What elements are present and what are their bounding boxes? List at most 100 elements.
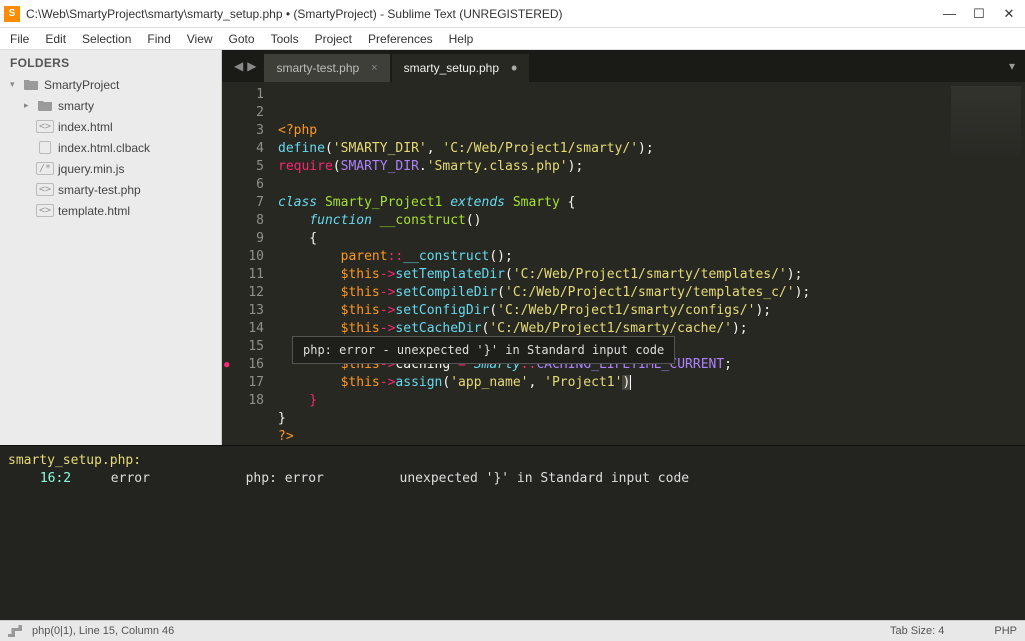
tree-file-icon: /* (36, 162, 54, 176)
minimize-button[interactable]: — (943, 6, 955, 22)
tree-item[interactable]: index.html.clback (4, 137, 217, 158)
line-number[interactable]: 16 (222, 356, 264, 374)
tree-item[interactable]: /* jquery.min.js (4, 158, 217, 179)
tree-file-icon: <> (36, 120, 54, 134)
tab-label: smarty_setup.php (404, 61, 499, 75)
tab-close-icon[interactable]: × (371, 62, 377, 74)
menu-preferences[interactable]: Preferences (360, 30, 441, 48)
line-number[interactable]: 11 (222, 266, 264, 284)
line-number[interactable]: 6 (222, 176, 264, 194)
window-title: C:\Web\SmartyProject\smarty\smarty_setup… (26, 7, 943, 21)
status-bar: php(0|1), Line 15, Column 46 Tab Size: 4… (0, 620, 1025, 641)
panel-switcher-icon[interactable] (8, 625, 22, 637)
menu-selection[interactable]: Selection (74, 30, 139, 48)
folder-tree: ▾SmartyProject ▸ smarty <> index.html index.… (0, 74, 221, 221)
menu-edit[interactable]: Edit (37, 30, 74, 48)
line-number[interactable]: 14 (222, 320, 264, 338)
code-line[interactable] (278, 176, 945, 194)
code-line[interactable]: require(SMARTY_DIR.'Smarty.class.php'); (278, 158, 945, 176)
line-number[interactable]: 8 (222, 212, 264, 230)
code-line[interactable]: function __construct() (278, 212, 945, 230)
minimap[interactable] (945, 82, 1025, 445)
app-icon: S (4, 6, 20, 22)
code-line[interactable]: $this->setConfigDir('C:/Web/Project1/sma… (278, 302, 945, 320)
code-line[interactable]: } (278, 410, 945, 428)
line-number[interactable]: 3 (222, 122, 264, 140)
line-number[interactable]: 4 (222, 140, 264, 158)
tree-label: index.html.clback (58, 141, 150, 155)
status-position[interactable]: php(0|1), Line 15, Column 46 (32, 625, 174, 637)
tree-folder-icon (22, 78, 40, 92)
tree-file-icon: <> (36, 183, 54, 197)
line-number[interactable]: 2 (222, 104, 264, 122)
menu-tools[interactable]: Tools (263, 30, 307, 48)
tree-item[interactable]: <> template.html (4, 200, 217, 221)
line-number[interactable]: 18 (222, 392, 264, 410)
sidebar-header: FOLDERS (0, 50, 221, 74)
editor-area: ◀ ▶ smarty-test.php×smarty_setup.php• ▾ … (222, 50, 1025, 445)
tab-label: smarty-test.php (276, 61, 359, 75)
code-line[interactable]: class Smarty_Project1 extends Smarty { (278, 194, 945, 212)
menu-goto[interactable]: Goto (221, 30, 263, 48)
tab-nav-arrows: ◀ ▶ (226, 59, 264, 73)
code-line[interactable]: define('SMARTY_DIR', 'C:/Web/Project1/sm… (278, 140, 945, 158)
tree-label: smarty (58, 99, 94, 113)
tree-item[interactable]: <> index.html (4, 116, 217, 137)
tab-history-back-icon[interactable]: ◀ (234, 59, 243, 73)
menu-view[interactable]: View (179, 30, 221, 48)
line-number[interactable]: 13 (222, 302, 264, 320)
code-line[interactable]: parent::__construct(); (278, 248, 945, 266)
menu-help[interactable]: Help (441, 30, 482, 48)
menu-find[interactable]: Find (139, 30, 178, 48)
tree-file-icon (36, 141, 54, 155)
tab-history-forward-icon[interactable]: ▶ (247, 59, 256, 73)
tab[interactable]: smarty-test.php × (264, 54, 389, 82)
tree-label: jquery.min.js (58, 162, 124, 176)
maximize-button[interactable]: ☐ (973, 6, 985, 22)
menu-file[interactable]: File (2, 30, 37, 48)
build-location: 16:2 (40, 471, 71, 486)
status-tabsize[interactable]: Tab Size: 4 (890, 625, 944, 637)
tree-label: template.html (58, 204, 130, 218)
line-number[interactable]: 1 (222, 86, 264, 104)
code-line[interactable]: $this->setCompileDir('C:/Web/Project1/sm… (278, 284, 945, 302)
tree-item[interactable]: ▸ smarty (4, 95, 217, 116)
close-button[interactable]: ✕ (1003, 6, 1015, 22)
code-line[interactable]: $this->assign('app_name', 'Project1') (278, 374, 945, 392)
line-number[interactable]: 9 (222, 230, 264, 248)
line-number[interactable]: 12 (222, 284, 264, 302)
menu-bar: FileEditSelectionFindViewGotoToolsProjec… (0, 28, 1025, 50)
line-number[interactable]: 7 (222, 194, 264, 212)
tab-overflow-icon[interactable]: ▾ (999, 59, 1025, 73)
code-line[interactable]: { (278, 230, 945, 248)
code-line[interactable]: } (278, 392, 945, 410)
tree-item[interactable]: ▾SmartyProject (4, 74, 217, 95)
code-editor[interactable]: <?phpdefine('SMARTY_DIR', 'C:/Web/Projec… (272, 82, 945, 445)
line-number[interactable]: 5 (222, 158, 264, 176)
line-gutter[interactable]: 123456789101112131415161718 (222, 82, 272, 445)
tree-file-icon: <> (36, 204, 54, 218)
line-number[interactable]: 15 (222, 338, 264, 356)
line-number[interactable]: 10 (222, 248, 264, 266)
menu-project[interactable]: Project (307, 30, 360, 48)
tree-label: smarty-test.php (58, 183, 141, 197)
code-line[interactable]: <?php (278, 122, 945, 140)
tab-bar: ◀ ▶ smarty-test.php × smarty_setup.php• ▾ (222, 50, 1025, 82)
sidebar: FOLDERS ▾SmartyProject ▸ smarty <> index.htm… (0, 50, 222, 445)
code-line[interactable]: ?> (278, 428, 945, 445)
line-number[interactable]: 17 (222, 374, 264, 392)
error-tooltip: php: error - unexpected '}' in Standard … (292, 336, 675, 364)
build-file: smarty_setup.php: (8, 453, 141, 468)
tree-label: index.html (58, 120, 113, 134)
build-output-panel[interactable]: smarty_setup.php: 16:2 error php: error … (0, 445, 1025, 620)
tree-arrow-icon[interactable]: ▾ (10, 79, 22, 90)
tab[interactable]: smarty_setup.php• (392, 54, 530, 82)
tree-item[interactable]: <> smarty-test.php (4, 179, 217, 200)
tree-arrow-icon[interactable]: ▸ (24, 100, 36, 111)
build-label: error (111, 471, 150, 486)
title-bar: S C:\Web\SmartyProject\smarty\smarty_set… (0, 0, 1025, 28)
build-message: unexpected '}' in Standard input code (400, 471, 690, 486)
minimap-preview (951, 86, 1021, 156)
code-line[interactable]: $this->setTemplateDir('C:/Web/Project1/s… (278, 266, 945, 284)
status-language[interactable]: PHP (994, 625, 1017, 637)
